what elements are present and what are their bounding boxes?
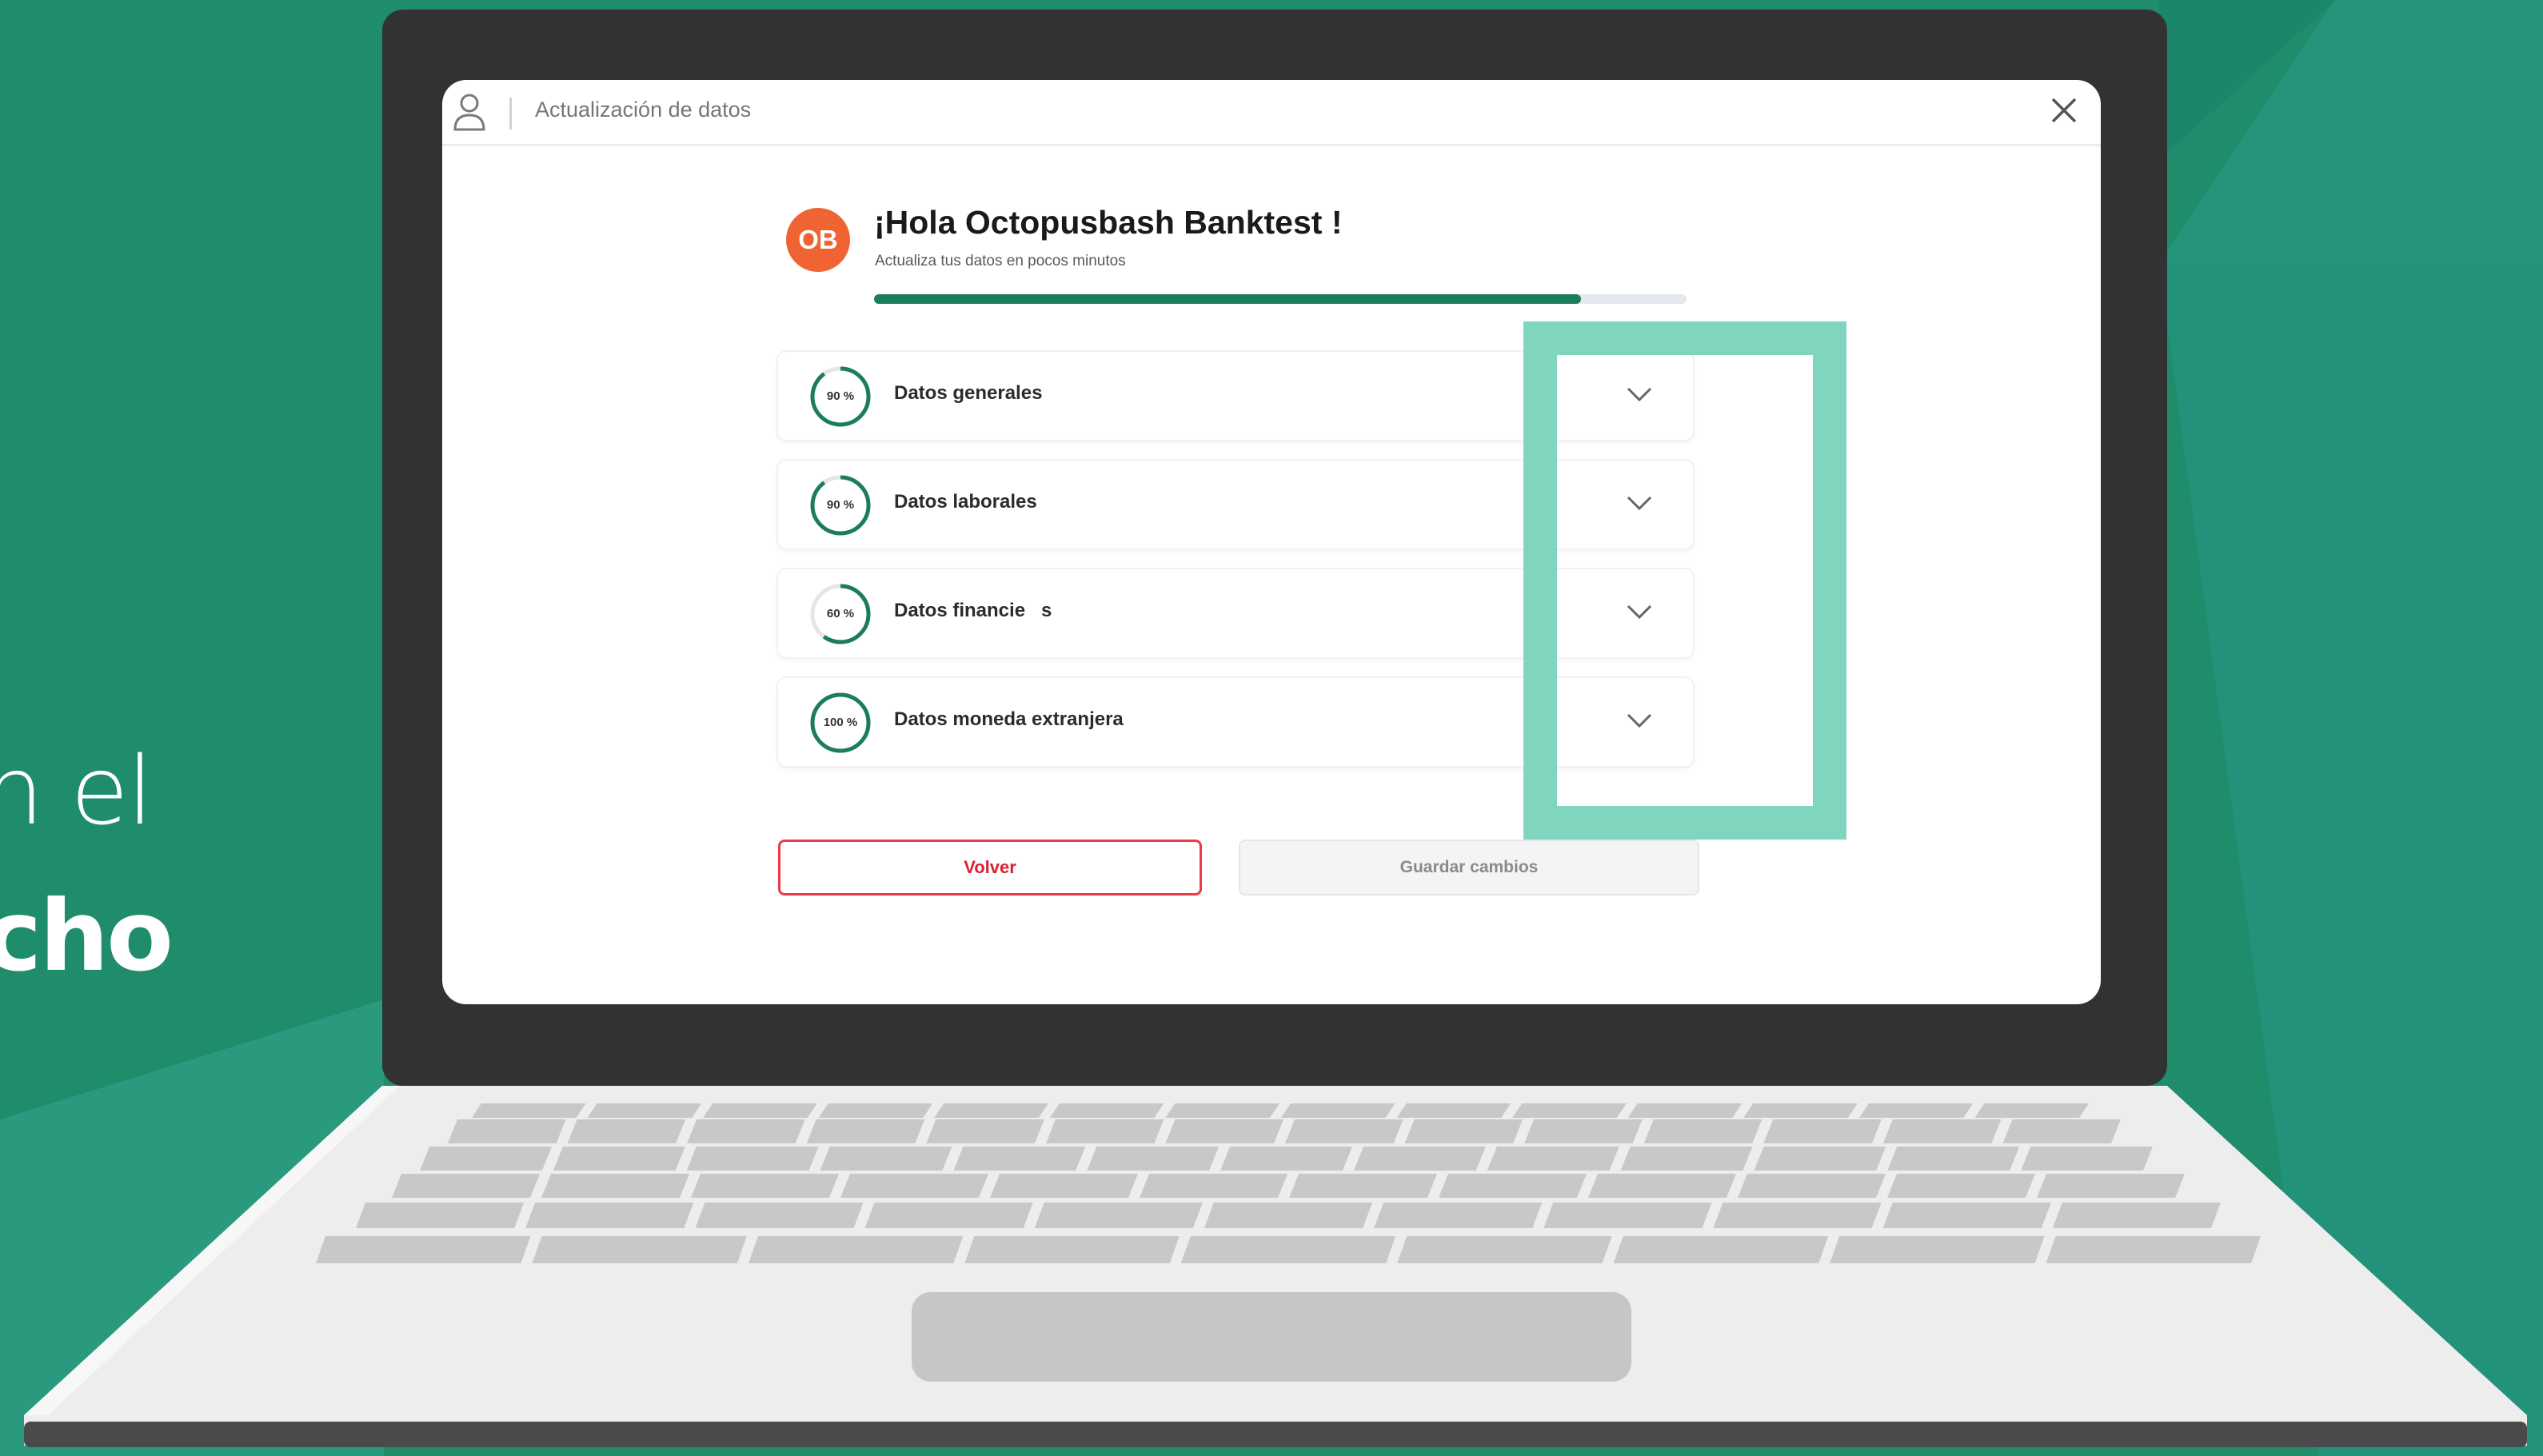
keyboard-key bbox=[1620, 1147, 1753, 1171]
keyboard-key bbox=[1882, 1203, 2051, 1228]
keyboard-key bbox=[2052, 1203, 2221, 1228]
keyboard-key bbox=[990, 1174, 1138, 1198]
keyboard-key bbox=[687, 1119, 805, 1143]
keyboard-key bbox=[840, 1174, 988, 1198]
keyboard-key bbox=[1289, 1174, 1437, 1198]
keyboard-key bbox=[2046, 1236, 2261, 1263]
keyboard-key bbox=[934, 1103, 1048, 1118]
window-topbar: Actualización de datos bbox=[442, 80, 2101, 146]
keyboard-key bbox=[1858, 1103, 1974, 1118]
keyboard-key bbox=[1204, 1203, 1373, 1228]
section-label: Datos financie s bbox=[894, 600, 1052, 621]
section-label: Datos moneda extranjera bbox=[894, 708, 1124, 730]
user-icon[interactable] bbox=[452, 91, 487, 133]
keyboard-key bbox=[1743, 1103, 1858, 1118]
keyboard-key bbox=[356, 1203, 525, 1228]
keyboard-key bbox=[1543, 1203, 1712, 1228]
keyboard-key bbox=[1353, 1147, 1486, 1171]
keyboard-key bbox=[1487, 1147, 1619, 1171]
keyboard-key bbox=[686, 1147, 819, 1171]
keyboard-key bbox=[1643, 1119, 1763, 1143]
keyboard-key bbox=[2002, 1119, 2121, 1143]
greeting-subtitle: Actualiza tus datos en pocos minutos bbox=[875, 253, 1126, 269]
keyboard-key bbox=[964, 1236, 1180, 1263]
overall-progress-fill bbox=[874, 294, 1581, 304]
keyboard-key bbox=[1220, 1147, 1352, 1171]
keyboard-key bbox=[1397, 1236, 1612, 1263]
keyboard-key bbox=[1404, 1119, 1523, 1143]
keyboard-key bbox=[1165, 1119, 1283, 1143]
keyboard-key bbox=[1512, 1103, 1627, 1118]
keyboard-key bbox=[1374, 1203, 1543, 1228]
keyboard-key bbox=[1882, 1119, 2002, 1143]
keyboard-key bbox=[1763, 1119, 1882, 1143]
keyboard-key bbox=[1045, 1119, 1164, 1143]
keyboard-key bbox=[541, 1174, 689, 1198]
back-button[interactable]: Volver bbox=[778, 840, 1202, 896]
keyboard-key bbox=[1034, 1203, 1203, 1228]
keyboard-key bbox=[1613, 1236, 1829, 1263]
app-screen: Actualización de datos OB ¡Hola Octopusb… bbox=[442, 80, 2101, 1004]
section-label: Datos generales bbox=[894, 382, 1043, 404]
keyboard-key bbox=[703, 1103, 817, 1118]
keyboard-key bbox=[448, 1119, 566, 1143]
keyboard-key bbox=[316, 1236, 531, 1263]
keyboard-key bbox=[806, 1119, 925, 1143]
keyboard-key bbox=[587, 1103, 702, 1118]
keyboard-key bbox=[525, 1203, 694, 1228]
keyboard-key bbox=[1180, 1236, 1396, 1263]
keyboard-key bbox=[926, 1119, 1044, 1143]
topbar-divider bbox=[509, 98, 512, 130]
avatar: OB bbox=[786, 208, 850, 272]
greeting-title: ¡Hola Octopusbash Banktest ! bbox=[874, 204, 1343, 241]
keyboard-key bbox=[953, 1147, 1086, 1171]
keyboard-key bbox=[1285, 1119, 1403, 1143]
keyboard-key bbox=[2021, 1147, 2153, 1171]
keyboard-key bbox=[392, 1174, 540, 1198]
chevron-highlight-box bbox=[1523, 321, 1846, 840]
keyboard-key bbox=[1627, 1103, 1743, 1118]
keyboard-key bbox=[1165, 1103, 1279, 1118]
keyboard-key bbox=[472, 1103, 586, 1118]
keyboard-key bbox=[1830, 1236, 2045, 1263]
close-icon[interactable] bbox=[2046, 93, 2082, 128]
keyboard-key bbox=[748, 1236, 964, 1263]
section-label: Datos laborales bbox=[894, 491, 1037, 513]
keyboard-key bbox=[420, 1147, 552, 1171]
keyboard-key bbox=[1754, 1147, 1886, 1171]
trackpad bbox=[912, 1292, 1631, 1382]
keyboard-key bbox=[695, 1203, 864, 1228]
keyboard-key bbox=[864, 1203, 1033, 1228]
section-percent: 100 % bbox=[823, 716, 858, 729]
section-percent: 90 % bbox=[826, 498, 855, 512]
keyboard-key bbox=[532, 1236, 747, 1263]
keyboard-key bbox=[1738, 1174, 1886, 1198]
keyboard-key bbox=[1524, 1119, 1643, 1143]
window-title: Actualización de datos bbox=[535, 98, 752, 122]
section-percent: 90 % bbox=[826, 389, 855, 403]
keyboard-key bbox=[1588, 1174, 1736, 1198]
keyboard-key bbox=[1974, 1103, 2089, 1118]
keyboard-key bbox=[818, 1103, 933, 1118]
keyboard-key bbox=[1087, 1147, 1220, 1171]
keyboard-key bbox=[553, 1147, 685, 1171]
keyboard-key bbox=[691, 1174, 839, 1198]
keyboard-key bbox=[2037, 1174, 2185, 1198]
keyboard-key bbox=[820, 1147, 952, 1171]
keyboard-key bbox=[1887, 1147, 2020, 1171]
keyboard-key bbox=[1396, 1103, 1511, 1118]
overall-progress-bar bbox=[874, 294, 1687, 304]
keyboard-key bbox=[567, 1119, 686, 1143]
save-changes-button[interactable]: Guardar cambios bbox=[1239, 840, 1699, 896]
keyboard-key bbox=[1713, 1203, 1882, 1228]
section-percent: 60 % bbox=[826, 607, 855, 620]
keyboard-key bbox=[1049, 1103, 1164, 1118]
keyboard-key bbox=[1281, 1103, 1395, 1118]
keyboard-key bbox=[1887, 1174, 2035, 1198]
keyboard-key bbox=[1439, 1174, 1587, 1198]
keyboard-key bbox=[1140, 1174, 1287, 1198]
